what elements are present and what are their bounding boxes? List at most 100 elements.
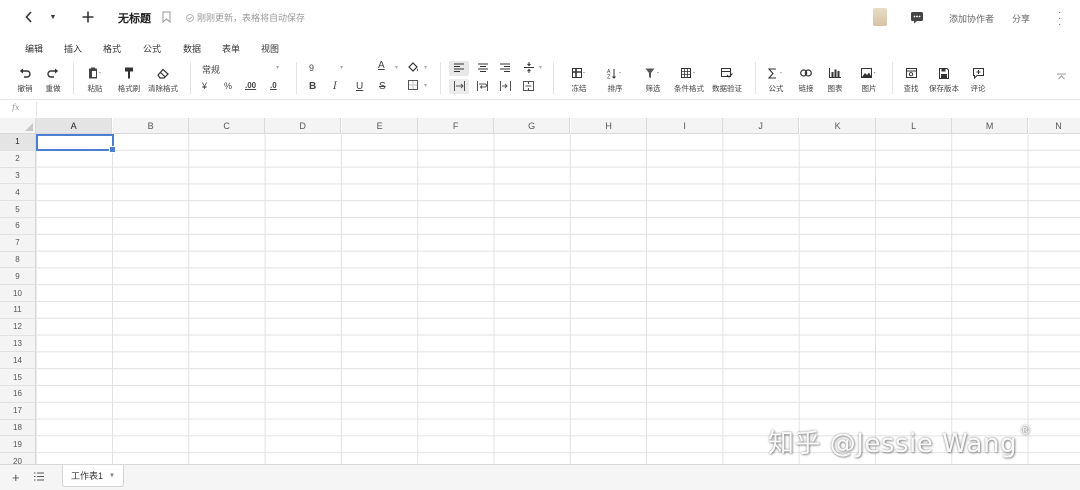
paste-button[interactable]: 粘贴	[84, 64, 106, 94]
column-header-g[interactable]: G	[494, 118, 571, 134]
cell-area[interactable]	[36, 134, 1080, 464]
column-header-f[interactable]: F	[418, 118, 495, 134]
row-header-7[interactable]: 7	[0, 234, 36, 252]
back-icon[interactable]	[22, 9, 36, 25]
overflow-icon[interactable]	[454, 81, 465, 91]
fill-color-dropdown-icon[interactable]: ▾	[424, 64, 427, 71]
sheet-list-icon[interactable]	[34, 472, 44, 484]
strikethrough-button[interactable]: S	[379, 81, 386, 92]
redo-button[interactable]: 重做	[44, 64, 62, 94]
font-color-button[interactable]: A	[378, 61, 385, 71]
save-version-button[interactable]: 保存版本	[927, 64, 961, 94]
row-header-20[interactable]: 20	[0, 453, 36, 464]
percent-button[interactable]: %	[224, 81, 232, 91]
document-title[interactable]: 无标题	[118, 10, 151, 26]
align-right-icon[interactable]	[500, 63, 510, 72]
conditional-format-button[interactable]: 条件格式	[672, 64, 706, 94]
column-header-h[interactable]: H	[571, 118, 648, 134]
column-header-l[interactable]: L	[876, 118, 953, 134]
decrease-decimal-button[interactable]: .0	[270, 81, 277, 90]
sheet-tab-dropdown-icon[interactable]: ▼	[109, 473, 115, 479]
spreadsheet-grid[interactable]: A B C D E F G H I J K L M N 1 2 3 4 5 6 7 8 9 10 11 12 13 14 15 16 17 1…	[0, 118, 1080, 464]
increase-decimal-button[interactable]: .00	[245, 81, 256, 90]
column-header-c[interactable]: C	[189, 118, 266, 134]
row-header-10[interactable]: 10	[0, 285, 36, 302]
menu-format[interactable]: 格式	[103, 42, 121, 55]
column-header-d[interactable]: D	[265, 118, 342, 134]
row-header-15[interactable]: 15	[0, 369, 36, 386]
menu-form[interactable]: 表单	[222, 42, 240, 55]
clear-format-button[interactable]: 清除格式	[146, 64, 180, 94]
collapse-toolbar-icon[interactable]	[1057, 73, 1066, 80]
row-header-13[interactable]: 13	[0, 335, 36, 353]
sort-button[interactable]: AZ 排序	[602, 64, 628, 94]
align-center-icon[interactable]	[478, 63, 488, 72]
format-painter-button[interactable]: 格式刷	[116, 64, 142, 94]
add-collaborator-button[interactable]: 添加协作者	[949, 12, 994, 25]
column-header-j[interactable]: J	[723, 118, 800, 134]
filter-button[interactable]: 筛选	[640, 64, 666, 94]
column-header-m[interactable]: M	[952, 118, 1029, 134]
column-header-n[interactable]: N	[1029, 118, 1080, 134]
column-header-b[interactable]: B	[113, 118, 190, 134]
align-left-icon[interactable]	[454, 63, 464, 72]
row-header-16[interactable]: 16	[0, 386, 36, 403]
row-header-4[interactable]: 4	[0, 184, 36, 202]
undo-button[interactable]: 撤销	[16, 64, 34, 94]
avatar[interactable]	[873, 8, 887, 26]
fill-color-icon[interactable]	[407, 62, 419, 73]
row-header-18[interactable]: 18	[0, 419, 36, 437]
row-header-8[interactable]: 8	[0, 251, 36, 269]
row-header-1[interactable]: 1	[0, 134, 36, 151]
menu-edit[interactable]: 编辑	[25, 42, 43, 55]
column-header-a[interactable]: A	[36, 118, 113, 134]
column-header-i[interactable]: I	[647, 118, 724, 134]
active-cell[interactable]	[36, 134, 116, 153]
sheet-tab[interactable]: 工作表1 ▼	[62, 465, 124, 487]
new-doc-icon[interactable]	[79, 8, 97, 26]
number-format-select[interactable]: 常规	[202, 63, 220, 75]
row-header-9[interactable]: 9	[0, 268, 36, 286]
border-icon[interactable]	[408, 80, 418, 90]
currency-button[interactable]: ¥	[202, 81, 207, 91]
bookmark-icon[interactable]	[162, 10, 171, 28]
link-button[interactable]: 链接	[796, 64, 816, 94]
menu-insert[interactable]: 插入	[64, 42, 82, 55]
formula-button[interactable]: 公式	[764, 64, 788, 94]
history-dropdown-icon[interactable]: ▼	[48, 9, 58, 25]
more-options-icon[interactable]: · · ·	[1058, 8, 1061, 30]
vertical-align-dropdown-icon[interactable]: ▾	[539, 64, 542, 71]
column-header-k[interactable]: K	[800, 118, 877, 134]
chat-icon[interactable]	[910, 11, 924, 29]
underline-button[interactable]: U	[356, 81, 363, 92]
row-header-14[interactable]: 14	[0, 352, 36, 370]
font-size-dropdown-icon[interactable]: ▾	[340, 64, 343, 71]
row-header-11[interactable]: 11	[0, 302, 36, 319]
wrap-text-icon[interactable]	[477, 81, 488, 91]
row-header-19[interactable]: 19	[0, 436, 36, 454]
freeze-button[interactable]: 冻结	[566, 64, 592, 94]
share-button[interactable]: 分享	[1012, 12, 1030, 25]
clip-text-icon[interactable]	[500, 81, 511, 91]
font-color-dropdown-icon[interactable]: ▾	[395, 64, 398, 71]
border-dropdown-icon[interactable]: ▾	[424, 82, 427, 89]
menu-view[interactable]: 视图	[261, 42, 279, 55]
column-header-e[interactable]: E	[342, 118, 419, 134]
select-all-corner[interactable]	[0, 118, 36, 134]
chart-button[interactable]: 图表	[825, 64, 845, 94]
add-sheet-icon[interactable]: +	[12, 470, 20, 485]
row-header-17[interactable]: 17	[0, 402, 36, 420]
formula-input[interactable]	[40, 102, 1070, 116]
row-header-5[interactable]: 5	[0, 201, 36, 218]
merge-cells-icon[interactable]	[523, 81, 534, 91]
row-header-3[interactable]: 3	[0, 167, 36, 185]
vertical-align-icon[interactable]	[524, 62, 534, 73]
row-header-6[interactable]: 6	[0, 218, 36, 235]
row-header-12[interactable]: 12	[0, 318, 36, 336]
number-format-dropdown-icon[interactable]: ▾	[276, 64, 279, 71]
comment-button[interactable]: 评论	[968, 64, 988, 94]
bold-button[interactable]: B	[309, 81, 316, 92]
row-header-2[interactable]: 2	[0, 150, 36, 168]
font-size-select[interactable]: 9	[309, 63, 314, 73]
menu-formula[interactable]: 公式	[143, 42, 161, 55]
